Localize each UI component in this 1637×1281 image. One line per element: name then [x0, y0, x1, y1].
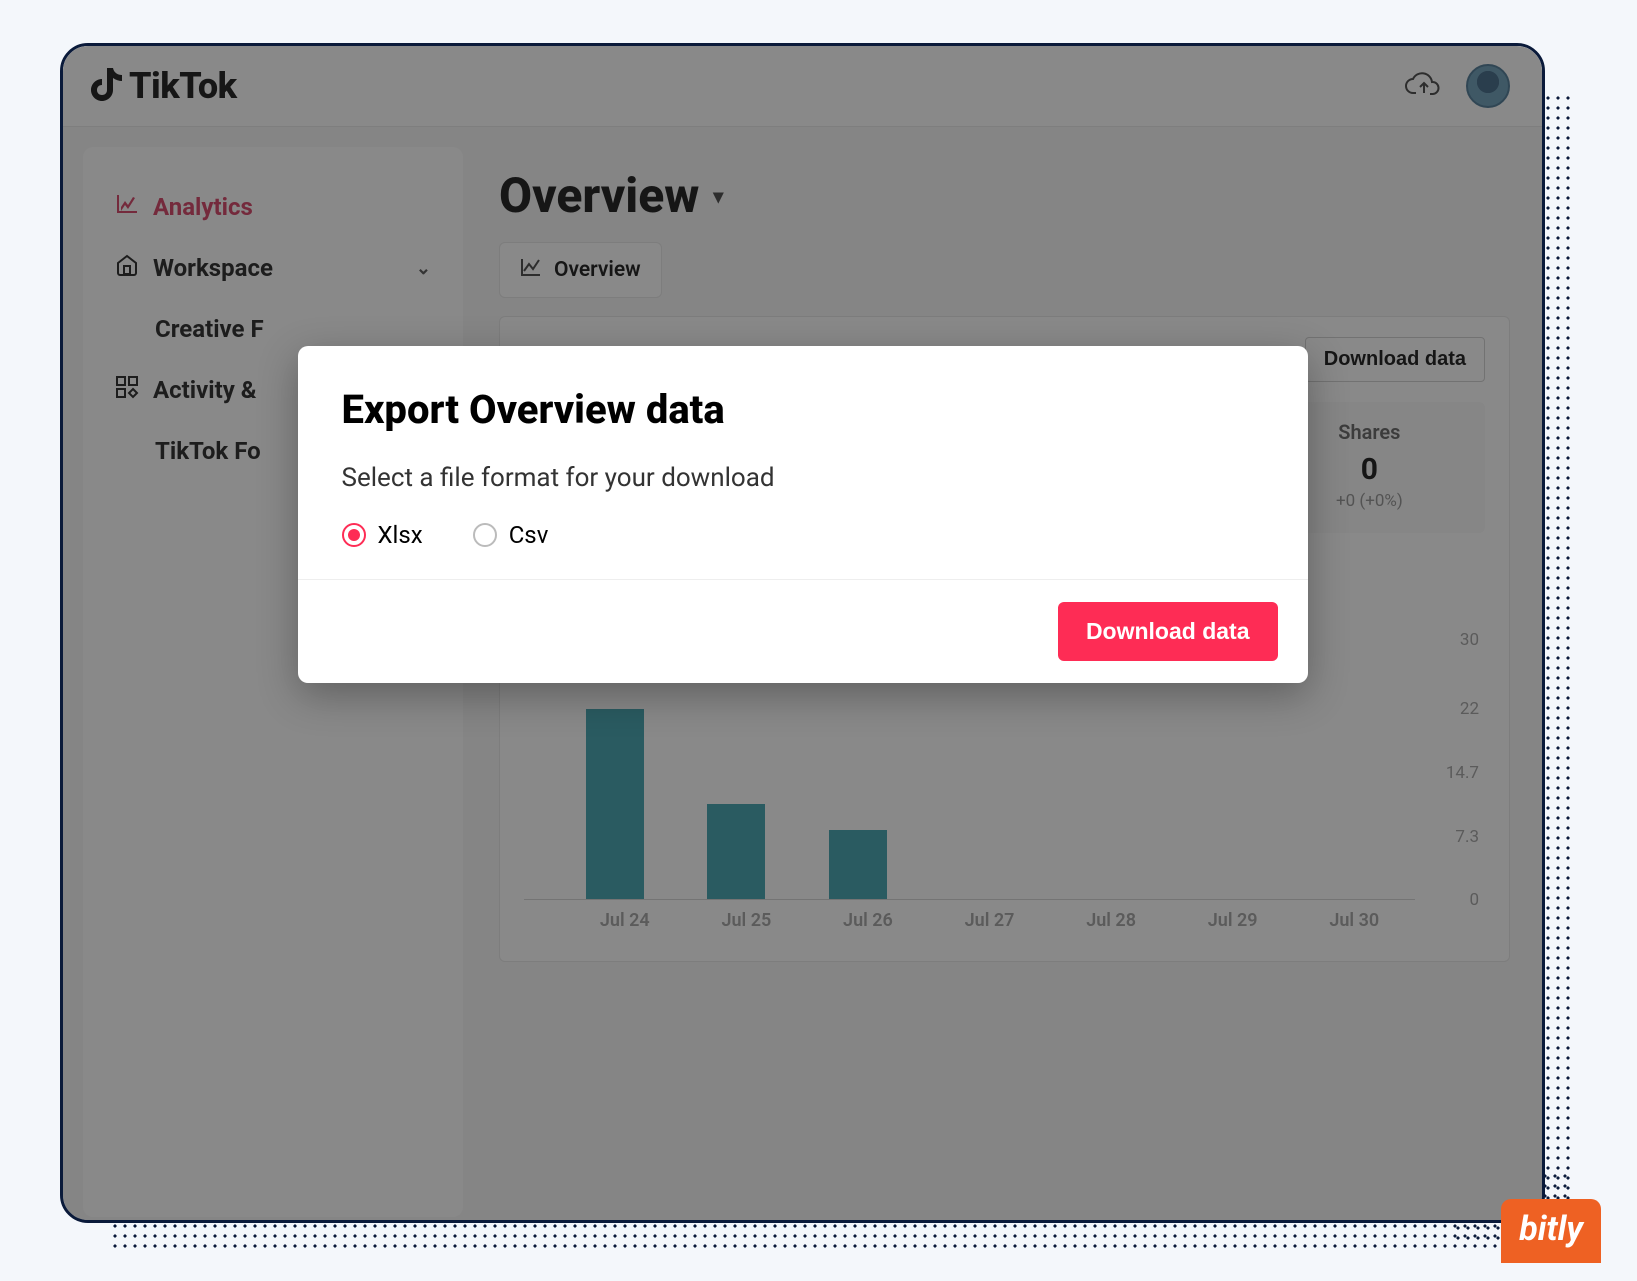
modal-subtitle: Select a file format for your download	[342, 463, 1264, 493]
download-data-button[interactable]: Download data	[1058, 602, 1278, 661]
radio-label: Csv	[509, 521, 549, 549]
radio-icon	[473, 523, 497, 547]
radio-csv[interactable]: Csv	[473, 521, 549, 549]
export-modal: Export Overview data Select a file forma…	[298, 346, 1308, 683]
radio-xlsx[interactable]: Xlsx	[342, 521, 423, 549]
modal-overlay[interactable]: Export Overview data Select a file forma…	[63, 46, 1542, 1220]
radio-label: Xlsx	[378, 521, 423, 549]
app-window: TikTok Analytics	[60, 43, 1545, 1223]
modal-title: Export Overview data	[342, 386, 1264, 433]
format-radios: Xlsx Csv	[342, 521, 1264, 549]
bitly-badge: bitly	[1501, 1199, 1601, 1263]
radio-icon	[342, 523, 366, 547]
